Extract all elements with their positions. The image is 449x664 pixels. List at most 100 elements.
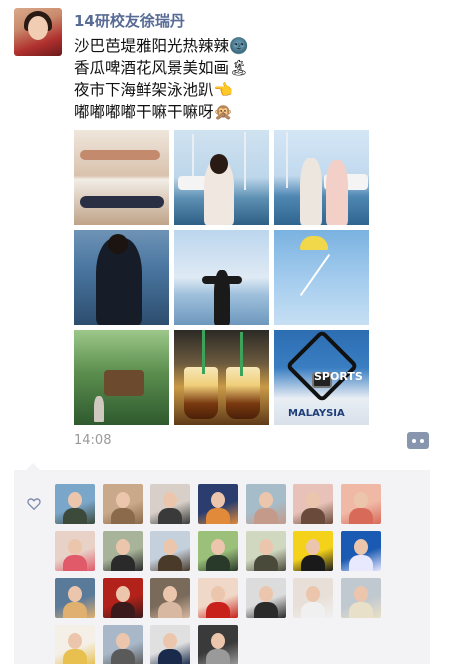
like-avatar[interactable]: [103, 625, 143, 664]
like-avatar[interactable]: [55, 484, 95, 524]
more-actions-button[interactable]: [407, 432, 429, 449]
like-avatar[interactable]: [103, 531, 143, 571]
like-avatar[interactable]: [293, 531, 333, 571]
avatar-body: [63, 508, 87, 524]
sign-text: SPORTS: [314, 370, 363, 383]
like-avatar[interactable]: [341, 484, 381, 524]
post-text: 沙巴芭堤雅阳光热辣辣🌚 香瓜啤酒花风景美如画🏝 夜市下海鲜架泳池趴👈 嘟嘟嘟嘟干…: [74, 35, 414, 123]
avatar-body: [158, 649, 182, 664]
avatar-body: [206, 649, 230, 664]
avatar-head: [163, 586, 177, 602]
harness: [285, 330, 359, 403]
avatar-body: [349, 555, 373, 571]
avatar-body: [158, 508, 182, 524]
like-avatar[interactable]: [246, 484, 286, 524]
avatar-body: [206, 555, 230, 571]
avatar-head: [354, 539, 368, 555]
avatar-body: [254, 508, 278, 524]
avatar-head: [354, 492, 368, 508]
heart-icon: [27, 498, 41, 511]
avatar-head: [116, 586, 130, 602]
like-avatar[interactable]: [103, 484, 143, 524]
author-name[interactable]: 14研校友徐瑞丹: [74, 10, 185, 31]
photo-figure: [80, 196, 164, 208]
like-avatar[interactable]: [198, 578, 238, 618]
avatar-body: [349, 602, 373, 618]
avatar-head: [259, 492, 273, 508]
post-line: 沙巴芭堤雅阳光热辣辣🌚: [74, 37, 249, 55]
avatar-body: [254, 555, 278, 571]
post-line: 夜市下海鲜架泳池趴👈: [74, 81, 233, 99]
photo-drinks[interactable]: [174, 330, 269, 425]
like-avatar[interactable]: [55, 531, 95, 571]
like-avatar[interactable]: [198, 484, 238, 524]
author-avatar[interactable]: [14, 8, 62, 56]
avatar-body: [111, 555, 135, 571]
more-dot-icon: [420, 439, 424, 443]
like-avatar[interactable]: [198, 531, 238, 571]
like-avatar[interactable]: [293, 484, 333, 524]
avatar-body: [301, 555, 325, 571]
avatar-body: [63, 602, 87, 618]
post-line: 嘟嘟嘟嘟干嘛干嘛呀🙊: [74, 103, 233, 121]
like-avatar[interactable]: [150, 484, 190, 524]
avatar-body: [63, 649, 87, 664]
avatar-face: [28, 16, 48, 40]
photo-seaside-pose[interactable]: [174, 230, 269, 325]
avatar-body: [63, 555, 87, 571]
avatar-body: [111, 649, 135, 664]
avatar-body: [111, 602, 135, 618]
like-avatar[interactable]: [198, 625, 238, 664]
photo-gopro-sign[interactable]: SPORTS MALAYSIA: [274, 330, 369, 425]
photo-figure: [80, 150, 160, 160]
avatar-head: [116, 633, 130, 649]
photo-diver[interactable]: [74, 230, 169, 325]
avatar-head: [211, 633, 225, 649]
like-avatar[interactable]: [55, 578, 95, 618]
avatar-head: [68, 492, 82, 508]
photo-jungle-house[interactable]: [74, 330, 169, 425]
avatar-body: [111, 508, 135, 524]
avatar-head: [306, 539, 320, 555]
sign-country: MALAYSIA: [288, 408, 345, 419]
like-avatar[interactable]: [246, 578, 286, 618]
avatar-body: [158, 602, 182, 618]
avatar-body: [206, 602, 230, 618]
avatar-head: [163, 633, 177, 649]
like-avatar[interactable]: [293, 578, 333, 618]
avatar-body: [301, 602, 325, 618]
avatar-body: [206, 508, 230, 524]
avatar-head: [116, 492, 130, 508]
avatar-head: [163, 539, 177, 555]
photo-grid: SPORTS MALAYSIA: [74, 130, 370, 425]
like-avatar[interactable]: [341, 531, 381, 571]
post-timestamp: 14:08: [74, 433, 112, 448]
like-avatar[interactable]: [150, 625, 190, 664]
avatar-head: [211, 492, 225, 508]
like-avatar[interactable]: [150, 531, 190, 571]
avatar-head: [68, 633, 82, 649]
photo-marina-selfie[interactable]: [174, 130, 269, 225]
avatar-head: [211, 586, 225, 602]
avatar-body: [158, 555, 182, 571]
like-avatar[interactable]: [103, 578, 143, 618]
like-avatar[interactable]: [341, 578, 381, 618]
like-avatar[interactable]: [246, 531, 286, 571]
like-avatar[interactable]: [150, 578, 190, 618]
avatar-head: [306, 492, 320, 508]
likes-panel: [14, 463, 430, 664]
like-avatar[interactable]: [55, 625, 95, 664]
avatar-head: [211, 539, 225, 555]
avatar-body: [254, 602, 278, 618]
photo-marina-friends[interactable]: [274, 130, 369, 225]
avatar-head: [68, 539, 82, 555]
avatar-head: [68, 586, 82, 602]
avatar-head: [163, 492, 177, 508]
more-dot-icon: [412, 439, 416, 443]
avatar-head: [306, 586, 320, 602]
avatar-body: [301, 508, 325, 524]
photo-parasailing[interactable]: [274, 230, 369, 325]
photo-beach-yoga[interactable]: [74, 130, 169, 225]
parachute: [300, 236, 328, 250]
avatar-head: [116, 539, 130, 555]
